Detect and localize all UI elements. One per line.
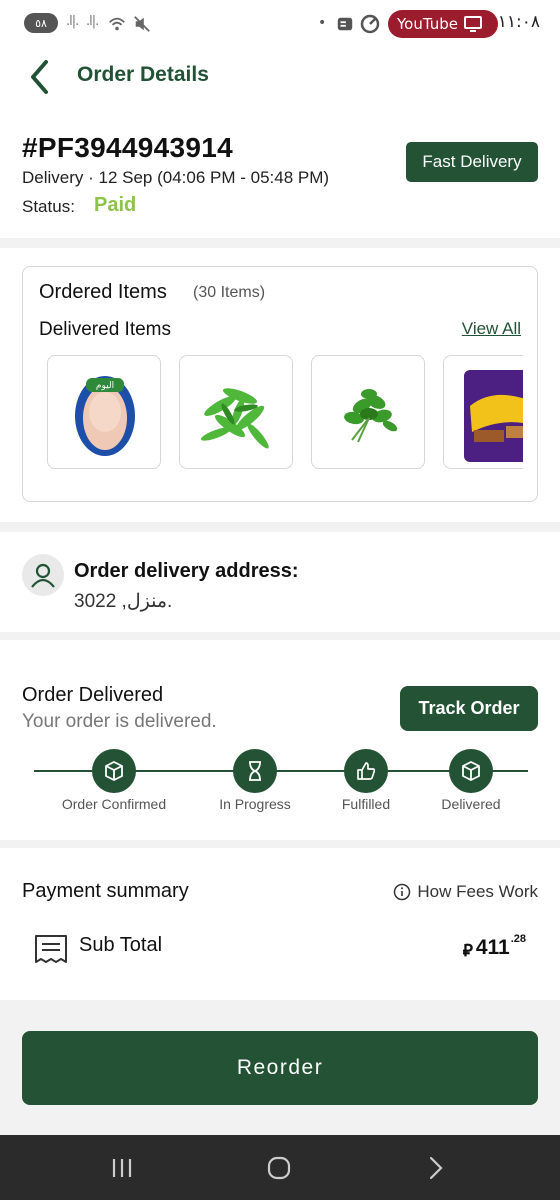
youtube-label: YouTube [397,15,458,33]
step-fulfilled [344,749,388,793]
home-button[interactable] [259,1153,299,1183]
signal-icon-2: .l|. [86,14,99,29]
mute-icon [134,16,150,32]
notification-dot: • [318,15,327,31]
app-notification-icon [337,17,353,31]
subtotal-decimal: .28 [510,933,526,945]
ordered-items-box: Ordered Items (30 Items) Delivered Items… [22,266,538,502]
back-arrow-icon[interactable] [26,58,56,96]
item-thumb-flake[interactable] [443,355,523,469]
box-icon [105,760,123,782]
step-label-in-progress: In Progress [219,796,291,812]
step-in-progress [233,749,277,793]
reorder-button[interactable]: Reorder [22,1031,538,1105]
item-thumb-herbs[interactable] [179,355,293,469]
address-value: منزل, 3022. [74,591,173,612]
delivery-subtitle: Your order is delivered. [22,711,217,732]
delivered-items-title: Delivered Items [39,319,171,340]
step-order-confirmed [92,749,136,793]
delivery-window: Delivery · 12 Sep (04:06 PM - 05:48 PM) [22,168,330,187]
system-nav-bar [0,1135,560,1200]
mint-image [344,389,398,443]
step-label-order-confirmed: Order Confirmed [61,796,167,812]
home-icon [267,1156,291,1180]
subtotal-value: ⃁ 411 .28 [462,933,526,961]
sync-icon [360,14,380,34]
item-thumbnails: اليوم [47,355,523,471]
payment-summary-card: Payment summary How Fees Work Sub Total … [0,848,560,1000]
user-icon [31,563,55,588]
info-icon [394,883,411,901]
youtube-cast-chip[interactable]: YouTube [388,10,498,38]
wifi-icon [109,17,125,31]
status-value: Paid [94,194,137,216]
recents-icon [112,1159,132,1177]
flake-image [464,370,523,462]
step-delivered [449,749,493,793]
how-fees-work-link[interactable]: How Fees Work [393,882,538,902]
cast-screen-icon [464,16,482,32]
box-icon [462,760,480,782]
back-button[interactable] [416,1153,456,1183]
order-number: #PF3944943914 [22,132,233,163]
ordered-items-card: Ordered Items (30 Items) Delivered Items… [0,248,560,522]
item-thumb-mint[interactable] [311,355,425,469]
riyal-currency-icon: ⃁ [462,941,473,960]
subtotal-label: Sub Total [79,934,163,956]
items-count: (30 Items) [193,284,266,301]
status-label: Status: [22,197,75,216]
step-label-fulfilled: Fulfilled [341,796,391,812]
status-bar: ٥٨ .l|. .l|. • YouTube ١١:٠٨ [0,0,560,48]
hourglass-icon [249,761,261,781]
how-fees-work-label: How Fees Work [417,882,538,901]
delivery-status-card: Order Delivered Your order is delivered.… [0,640,560,840]
recent-apps-button[interactable] [102,1153,142,1183]
view-all-link[interactable]: View All [462,319,521,339]
item-thumb-chicken[interactable]: اليوم [47,355,161,469]
thumbs-up-icon [357,762,376,780]
app-header: Order Details [0,48,560,112]
avatar [22,554,64,596]
receipt-icon [35,935,67,963]
clock: ١١:٠٨ [497,12,540,32]
signal-icon: .l|. [66,14,79,29]
order-info-card: #PF3944943914 Delivery · 12 Sep (04:06 P… [0,112,560,238]
subtotal-integer: 411 [475,936,510,959]
ordered-items-title: Ordered Items [39,281,167,303]
chicken-brand: اليوم [96,381,114,391]
chevron-right-icon [429,1156,443,1180]
address-title: Order delivery address: [74,560,299,582]
delivery-title: Order Delivered [22,684,164,706]
address-card: Order delivery address: منزل, 3022. [0,532,560,632]
herbs-image [200,388,269,449]
page-title: Order Details [77,63,209,86]
step-label-delivered: Delivered [441,796,501,812]
chicken-image: اليوم [75,376,135,456]
fast-delivery-badge: Fast Delivery [406,142,538,182]
payment-summary-title: Payment summary [22,880,189,902]
track-order-button[interactable]: Track Order [400,686,538,731]
data-usage-badge: ٥٨ [24,13,58,33]
